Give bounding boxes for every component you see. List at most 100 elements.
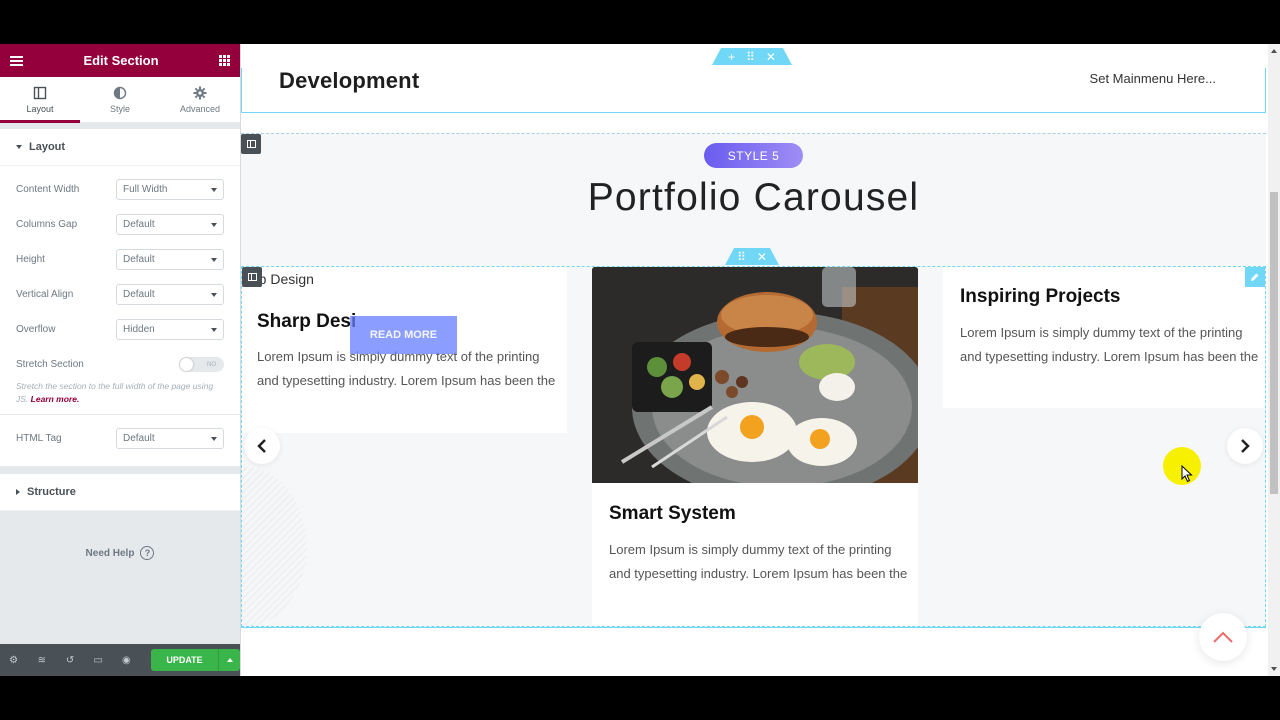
section-handle-top[interactable]: + ⠿ ✕: [712, 48, 792, 65]
responsive-mode-icon[interactable]: ▭: [93, 655, 104, 666]
stretch-section-label: Stretch Section: [16, 359, 84, 370]
delete-section-icon[interactable]: ✕: [766, 50, 776, 64]
edit-pencil-icon[interactable]: [1245, 267, 1265, 287]
panel-header: Edit Section: [0, 44, 240, 77]
section-handle-carousel[interactable]: ⠿ ✕: [725, 248, 779, 265]
layout-controls: Content Width Full Width Columns Gap Def…: [0, 166, 240, 466]
overflow-select[interactable]: Hidden: [116, 319, 224, 340]
vertical-align-select[interactable]: Default: [116, 284, 224, 305]
scroll-down-arrow-icon[interactable]: [1271, 667, 1277, 671]
help-icon: ?: [140, 546, 155, 560]
card-ghost-title: rp Design: [254, 271, 314, 287]
carousel-section[interactable]: rp Design Sharp Desi Lorem Ipsum is simp…: [241, 266, 1266, 627]
caret-down-icon: [16, 145, 22, 149]
carousel-prev-button[interactable]: [244, 428, 280, 464]
navigator-layers-icon[interactable]: ≋: [36, 655, 47, 666]
divider: [0, 414, 240, 415]
learn-more-link[interactable]: Learn more.: [31, 394, 80, 404]
carousel-next-button[interactable]: [1227, 428, 1263, 464]
read-more-button[interactable]: READ MORE: [350, 316, 457, 354]
scroll-to-top-button[interactable]: [1199, 613, 1247, 661]
tab-style-label: Style: [109, 103, 130, 114]
structure-section-toggle[interactable]: Structure: [0, 474, 240, 511]
chevron-left-icon: [257, 439, 266, 453]
hamburger-menu-icon[interactable]: [10, 55, 23, 66]
tab-layout[interactable]: Layout: [0, 77, 80, 123]
chevron-right-icon: [1241, 439, 1250, 453]
editor-window: Edit Section Layout Style Advanced Layou…: [0, 44, 1280, 676]
card-title: Smart System: [609, 503, 736, 524]
portfolio-card-right[interactable]: Inspiring Projects Lorem Ipsum is simply…: [943, 267, 1265, 408]
title-section[interactable]: STYLE 5 Portfolio Carousel: [241, 133, 1266, 266]
content-width-select[interactable]: Full Width: [116, 179, 224, 200]
scrollbar-thumb[interactable]: [1270, 192, 1278, 494]
delete-section-icon[interactable]: ✕: [757, 250, 767, 264]
site-title[interactable]: Development: [279, 68, 419, 94]
caret-right-icon: [16, 489, 20, 495]
portfolio-card-left[interactable]: rp Design Sharp Desi Lorem Ipsum is simp…: [242, 267, 567, 433]
layout-section-toggle[interactable]: Layout: [0, 129, 240, 166]
drag-handle-icon[interactable]: ⠿: [737, 250, 746, 264]
structure-section-title: Structure: [27, 486, 76, 498]
mouse-cursor-icon: [1181, 465, 1193, 483]
page-scrollbar[interactable]: [1268, 44, 1280, 676]
history-icon[interactable]: ↺: [64, 655, 75, 666]
stretch-section-control: Stretch Section NO: [16, 347, 224, 382]
content-width-label: Content Width: [16, 184, 80, 195]
stretch-toggle-text: NO: [207, 361, 216, 368]
dropdown-arrow-icon: [211, 222, 217, 227]
column-handle-icon[interactable]: [242, 267, 262, 287]
need-help-link[interactable]: Need Help ?: [0, 546, 240, 560]
html-tag-select[interactable]: Default: [116, 428, 224, 449]
overflow-control: Overflow Hidden: [16, 312, 224, 347]
panel-tabs: Layout Style Advanced: [0, 77, 240, 123]
panel-gap: [0, 466, 240, 474]
tab-layout-label: Layout: [26, 103, 54, 114]
save-options-button[interactable]: [218, 649, 241, 671]
columns-gap-control: Columns Gap Default: [16, 207, 224, 242]
food-photo: [592, 267, 918, 483]
stretch-section-toggle[interactable]: NO: [179, 357, 224, 372]
style-icon: [113, 86, 127, 99]
preview-eye-icon[interactable]: ◉: [121, 655, 132, 666]
layout-icon: [33, 86, 47, 99]
content-width-value: Full Width: [123, 184, 168, 195]
drag-handle-icon[interactable]: ⠿: [746, 50, 755, 64]
card-text: Lorem Ipsum is simply dummy text of the …: [960, 325, 1259, 364]
html-tag-value: Default: [123, 433, 155, 444]
vertical-align-value: Default: [123, 289, 155, 300]
layout-section-title: Layout: [29, 141, 66, 153]
vertical-align-control: Vertical Align Default: [16, 277, 224, 312]
content-width-control: Content Width Full Width: [16, 172, 224, 207]
height-label: Height: [16, 254, 45, 265]
columns-gap-label: Columns Gap: [16, 219, 78, 230]
portfolio-card-middle[interactable]: Smart System Lorem Ipsum is simply dummy…: [592, 267, 918, 626]
columns-gap-select[interactable]: Default: [116, 214, 224, 235]
tab-advanced[interactable]: Advanced: [160, 77, 240, 122]
main-menu-placeholder[interactable]: Set Mainmenu Here...: [1090, 71, 1216, 86]
add-section-icon[interactable]: +: [728, 50, 735, 64]
widgets-grid-icon[interactable]: [219, 55, 230, 66]
section-border: [241, 627, 1266, 628]
card-title: Inspiring Projects: [960, 286, 1121, 307]
panel-footer: ⚙ ≋ ↺ ▭ ◉ UPDATE: [0, 644, 241, 676]
stretch-description: Stretch the section to the full width of…: [16, 380, 216, 406]
column-handle-icon[interactable]: [241, 134, 261, 154]
dropdown-arrow-icon: [211, 327, 217, 332]
page-title: Portfolio Carousel: [587, 176, 920, 219]
settings-icon[interactable]: ⚙: [8, 655, 19, 666]
dropdown-arrow-icon: [211, 292, 217, 297]
dropdown-arrow-icon: [211, 436, 217, 441]
html-tag-control: HTML Tag Default: [16, 421, 224, 456]
food-illustration: [592, 267, 918, 483]
update-button[interactable]: UPDATE: [151, 649, 219, 671]
site-header: Development Set Mainmenu Here...: [241, 68, 1266, 113]
scroll-up-arrow-icon[interactable]: [1271, 49, 1277, 53]
tab-style[interactable]: Style: [80, 77, 160, 122]
page-preview: ‹ + ⠿ ✕ Development Set Mainmenu Here...…: [241, 44, 1268, 676]
card-title: Sharp Desi: [257, 311, 357, 332]
card-text: Lorem Ipsum is simply dummy text of the …: [609, 542, 908, 581]
gear-icon: [193, 86, 207, 99]
height-select[interactable]: Default: [116, 249, 224, 270]
overflow-label: Overflow: [16, 324, 56, 335]
